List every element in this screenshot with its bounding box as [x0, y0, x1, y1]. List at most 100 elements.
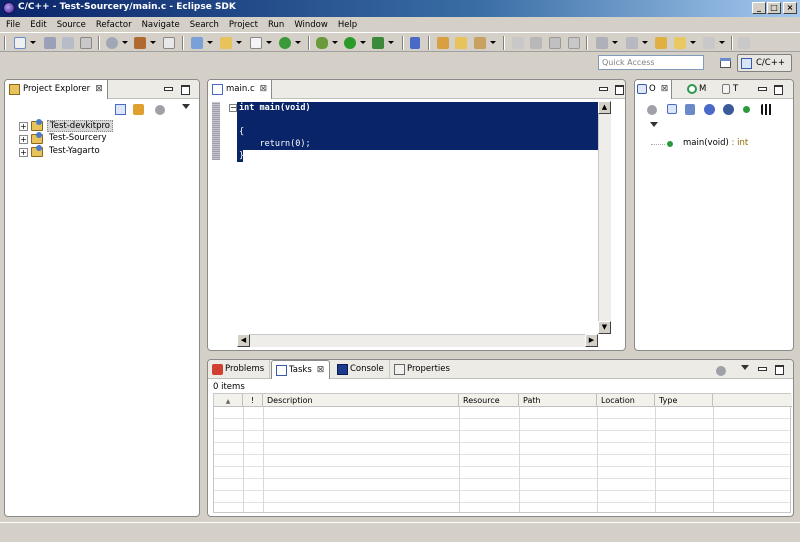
build-settings-icon[interactable]: [106, 37, 118, 49]
maximize-button[interactable]: □: [767, 2, 781, 14]
search-icon[interactable]: [474, 37, 486, 49]
new-folder-dropdown-icon[interactable]: [236, 41, 242, 44]
vertical-scrollbar[interactable]: ▲ ▼: [598, 101, 611, 334]
scroll-right-icon[interactable]: ▶: [585, 334, 598, 347]
external-tools-icon[interactable]: [372, 37, 384, 49]
tab-tasks[interactable]: Tasks ⊠: [271, 360, 331, 379]
maximize-view-button[interactable]: [774, 364, 784, 375]
next-annotation-icon[interactable]: [596, 37, 608, 49]
edit-icon[interactable]: [512, 37, 524, 49]
hide-macros-icon[interactable]: [761, 104, 772, 115]
build-icon[interactable]: [134, 37, 146, 49]
column-header-completed[interactable]: ▲: [214, 394, 243, 407]
outline-item-main[interactable]: main(void) : int: [683, 138, 748, 148]
tab-console[interactable]: Console: [333, 360, 390, 379]
hide-static-icon[interactable]: [723, 104, 734, 115]
tab-outline[interactable]: O ⊠: [635, 80, 673, 99]
new-folder-icon[interactable]: [220, 37, 232, 49]
new-file-icon[interactable]: [250, 37, 262, 49]
tab-properties[interactable]: Properties: [390, 360, 455, 379]
column-header-type[interactable]: Type: [655, 394, 713, 407]
scroll-left-icon[interactable]: ◀: [237, 334, 250, 347]
menu-refactor[interactable]: Refactor: [90, 20, 136, 30]
open-folder-icon[interactable]: [455, 37, 467, 49]
hide-non-public-icon[interactable]: [743, 106, 750, 113]
close-icon[interactable]: ⊠: [95, 84, 103, 94]
column-header-path[interactable]: Path: [519, 394, 597, 407]
horizontal-scrollbar[interactable]: ◀ ▶: [237, 334, 598, 347]
debug-icon[interactable]: [316, 37, 328, 49]
view-menu-icon[interactable]: [650, 122, 658, 127]
menu-file[interactable]: File: [0, 20, 24, 30]
menu-navigate[interactable]: Navigate: [136, 20, 184, 30]
debug-dropdown-icon[interactable]: [332, 41, 338, 44]
prev-annotation-dropdown-icon[interactable]: [642, 41, 648, 44]
menu-edit[interactable]: Edit: [24, 20, 50, 30]
menu-run[interactable]: Run: [262, 20, 288, 30]
open-type-icon[interactable]: [437, 37, 449, 49]
forward-dropdown-icon[interactable]: [719, 41, 725, 44]
build-dropdown-icon[interactable]: [150, 41, 156, 44]
tab-type-hierarchy[interactable]: T: [719, 80, 741, 99]
link-with-editor-icon[interactable]: [133, 104, 144, 115]
new-class-icon[interactable]: [191, 37, 203, 49]
binary-icon[interactable]: [163, 37, 175, 49]
tab-make-targets[interactable]: M: [685, 80, 709, 99]
collapse-all-icon[interactable]: [667, 104, 677, 114]
refresh-icon[interactable]: [279, 37, 291, 49]
minimize-view-button[interactable]: [757, 84, 767, 94]
sort-alphabetically-icon[interactable]: [685, 104, 695, 115]
quick-access-input[interactable]: Quick Access: [598, 55, 704, 70]
menu-source[interactable]: Source: [51, 20, 90, 30]
close-icon[interactable]: ⊠: [317, 365, 325, 375]
next-annotation-dropdown-icon[interactable]: [612, 41, 618, 44]
back-icon[interactable]: [674, 37, 686, 49]
task-icon[interactable]: [549, 37, 561, 49]
forward-icon[interactable]: [703, 37, 715, 49]
column-header-priority[interactable]: !: [243, 394, 263, 407]
annotation-icon[interactable]: [530, 37, 542, 49]
expand-icon[interactable]: +: [19, 148, 28, 157]
minimize-button[interactable]: _: [752, 2, 766, 14]
scroll-up-icon[interactable]: ▲: [598, 101, 611, 114]
external-tools-dropdown-icon[interactable]: [388, 41, 394, 44]
search-dropdown-icon[interactable]: [490, 41, 496, 44]
close-icon[interactable]: ⊠: [661, 84, 669, 94]
hide-fields-icon[interactable]: [704, 104, 715, 115]
print-icon[interactable]: [80, 37, 92, 49]
expand-icon[interactable]: +: [19, 135, 28, 144]
save-all-icon[interactable]: [62, 37, 74, 49]
new-dropdown-icon[interactable]: [30, 41, 36, 44]
minimize-view-button[interactable]: [598, 84, 608, 94]
prev-annotation-icon[interactable]: [626, 37, 638, 49]
last-edit-icon[interactable]: [655, 37, 667, 49]
sort-icon[interactable]: [647, 105, 657, 115]
new-icon[interactable]: [14, 37, 26, 49]
perspective-cpp-button[interactable]: C/C++: [737, 54, 792, 72]
tab-main-c[interactable]: main.c ⊠: [208, 80, 273, 99]
column-header-description[interactable]: Description: [263, 394, 459, 407]
minimize-view-button[interactable]: [757, 364, 767, 374]
save-icon[interactable]: [44, 37, 56, 49]
maximize-view-button[interactable]: [773, 84, 783, 95]
minimize-view-button[interactable]: [163, 84, 173, 94]
pin-icon[interactable]: [738, 37, 750, 49]
run-icon[interactable]: [344, 37, 356, 49]
toggle-breakpoint-icon[interactable]: [410, 37, 420, 49]
open-perspective-icon[interactable]: [717, 55, 733, 71]
bookmark-icon[interactable]: [568, 37, 580, 49]
close-icon[interactable]: ⊠: [260, 84, 268, 94]
menu-window[interactable]: Window: [288, 20, 332, 30]
back-dropdown-icon[interactable]: [690, 41, 696, 44]
menu-help[interactable]: Help: [332, 20, 361, 30]
menu-search[interactable]: Search: [184, 20, 223, 30]
tab-problems[interactable]: Problems: [208, 360, 271, 379]
collapse-all-icon[interactable]: [115, 104, 126, 115]
run-dropdown-icon[interactable]: [360, 41, 366, 44]
column-header-resource[interactable]: Resource: [459, 394, 519, 407]
customize-view-icon[interactable]: [716, 366, 726, 376]
close-button[interactable]: ×: [783, 2, 797, 14]
view-menu-icon[interactable]: [741, 365, 749, 370]
maximize-view-button[interactable]: [614, 84, 624, 95]
build-settings-dropdown-icon[interactable]: [122, 41, 128, 44]
